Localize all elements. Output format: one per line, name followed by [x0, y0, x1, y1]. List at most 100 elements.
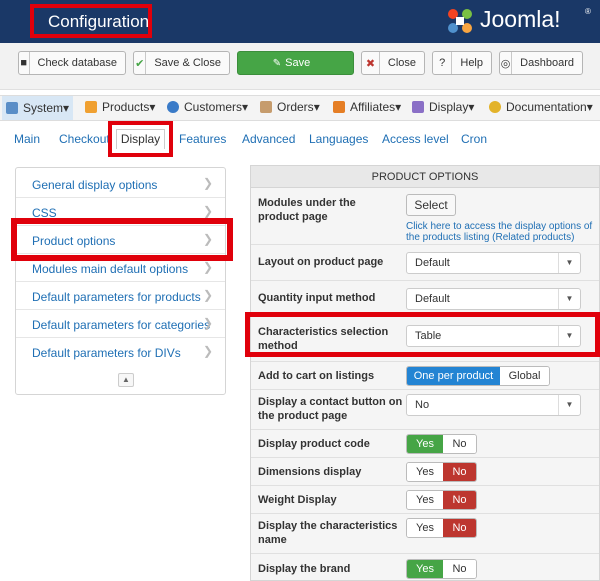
tab-languages[interactable]: Languages [309, 132, 368, 146]
modules-label: Modules under the product page [258, 197, 356, 223]
section-default-divs[interactable]: Default parameters for DIVs ❯ [16, 338, 225, 366]
users-icon [167, 101, 179, 113]
registered-mark: ® [585, 7, 591, 16]
row-dimensions: Dimensions display Yes No [251, 458, 599, 486]
menu-affiliates[interactable]: Affiliates ▾ [333, 100, 401, 114]
no-option[interactable]: No [443, 463, 476, 481]
related-products-link[interactable]: Click here to access the display options… [406, 221, 596, 243]
select-modules-button[interactable]: Select [406, 194, 456, 216]
dimensions-toggle: Yes No [406, 462, 477, 482]
quantity-label: Quantity input method [258, 292, 376, 304]
joomla-logo-text: Joomla! [480, 6, 561, 32]
yes-option[interactable]: Yes [407, 560, 443, 578]
product-options-highlight [11, 218, 233, 261]
chevron-right-icon: ❯ [202, 204, 213, 218]
add-to-cart-label: Add to cart on listings [258, 370, 375, 382]
caret-down-icon: ▼ [558, 253, 580, 273]
joomla-logo-icon [448, 9, 472, 33]
weight-label: Weight Display [258, 494, 337, 506]
chevron-right-icon: ❯ [202, 260, 213, 274]
check-icon: ✔ [134, 52, 147, 74]
display-sections-menu: General display options ❯ CSS ❯ Product … [15, 167, 226, 395]
contact-label: Display a contact button on the product … [258, 396, 403, 422]
page-title: Configuration [48, 12, 150, 31]
brand-label: Display the brand [258, 563, 351, 575]
characteristics-name-label: Display the characteristics name [258, 520, 398, 546]
admin-header: Configuration Joomla! ® [0, 0, 600, 43]
caret-down-icon: ▼ [558, 395, 580, 415]
product-code-toggle: Yes No [406, 434, 477, 454]
tab-advanced[interactable]: Advanced [242, 132, 295, 146]
no-option[interactable]: No [443, 491, 476, 509]
menu-system[interactable]: System ▾ [2, 96, 74, 120]
wrench-icon [6, 102, 18, 114]
row-layout: Layout on product page Default ▼ [251, 245, 599, 281]
one-per-product-option[interactable]: One per product [407, 367, 500, 385]
row-add-to-cart: Add to cart on listings One per product … [251, 362, 599, 390]
menu-orders[interactable]: Orders ▾ [260, 100, 320, 114]
dashboard-button[interactable]: ◎ Dashboard [499, 51, 583, 75]
shield-icon: ■ [19, 52, 30, 74]
no-option[interactable]: No [443, 560, 476, 578]
tab-display[interactable]: Display [116, 129, 165, 149]
row-brand: Display the brand Yes No [251, 554, 599, 581]
row-characteristics-name: Display the characteristics name Yes No [251, 514, 599, 554]
characteristics-name-toggle: Yes No [406, 518, 477, 538]
close-icon: ✖ [362, 52, 380, 74]
characteristics-highlight [245, 312, 600, 357]
tab-main[interactable]: Main [14, 132, 40, 146]
help-button[interactable]: ? Help [432, 51, 492, 75]
menu-documentation[interactable]: Documentation ▾ [489, 100, 593, 114]
layout-select[interactable]: Default ▼ [406, 252, 581, 274]
yes-option[interactable]: Yes [407, 463, 443, 481]
section-default-categories[interactable]: Default parameters for categories ❯ [16, 310, 225, 338]
add-to-cart-toggle: One per product Global [406, 366, 550, 386]
section-general-display[interactable]: General display options ❯ [16, 170, 225, 198]
section-default-products[interactable]: Default parameters for products ❯ [16, 282, 225, 310]
edit-icon: ✎ [272, 57, 282, 69]
documentation-icon [489, 101, 501, 113]
contact-select[interactable]: No ▼ [406, 394, 581, 416]
dashboard-icon: ◎ [500, 52, 513, 74]
yes-option[interactable]: Yes [407, 435, 443, 453]
no-option[interactable]: No [443, 435, 476, 453]
toolbar: ■ Check database ✔ Save & Close ✎ Save ✖… [0, 43, 600, 90]
tab-access-level[interactable]: Access level [382, 132, 449, 146]
global-option[interactable]: Global [500, 367, 549, 385]
affiliates-icon [333, 101, 345, 113]
row-modules: Modules under the product page Select Cl… [251, 189, 599, 245]
quantity-select[interactable]: Default ▼ [406, 288, 581, 310]
yes-option[interactable]: Yes [407, 491, 443, 509]
panel-title: PRODUCT OPTIONS [251, 166, 599, 188]
chevron-right-icon: ❯ [202, 316, 213, 330]
menu-products[interactable]: Products ▾ [85, 100, 155, 114]
question-icon: ? [433, 52, 453, 74]
main-menu: System ▾ Products ▾ Customers ▾ Orders ▾ Aff… [0, 95, 600, 121]
config-tabs: Main Checkout Features Advanced Language… [0, 128, 600, 152]
chevron-right-icon: ❯ [202, 344, 213, 358]
product-code-label: Display product code [258, 438, 370, 450]
tab-cron[interactable]: Cron [461, 132, 487, 146]
layout-label: Layout on product page [258, 256, 384, 268]
dimensions-label: Dimensions display [258, 466, 362, 478]
orders-icon [260, 101, 272, 113]
tab-checkout[interactable]: Checkout [59, 132, 110, 146]
menu-customers[interactable]: Customers ▾ [167, 100, 248, 114]
weight-toggle: Yes No [406, 490, 477, 510]
scroll-top-button[interactable]: ▲ [118, 373, 134, 387]
page-title-highlight: Configuration [30, 4, 152, 38]
save-button[interactable]: ✎ Save [237, 51, 354, 75]
no-option[interactable]: No [443, 519, 476, 537]
check-database-button[interactable]: ■ Check database [18, 51, 126, 75]
close-button[interactable]: ✖ Close [361, 51, 425, 75]
display-icon [412, 101, 424, 113]
row-product-code: Display product code Yes No [251, 430, 599, 458]
row-weight: Weight Display Yes No [251, 486, 599, 514]
caret-down-icon: ▼ [558, 289, 580, 309]
yes-option[interactable]: Yes [407, 519, 443, 537]
save-close-button[interactable]: ✔ Save & Close [133, 51, 230, 75]
menu-display[interactable]: Display ▾ [412, 100, 474, 114]
brand-toggle: Yes No [406, 559, 477, 579]
tab-features[interactable]: Features [179, 132, 226, 146]
product-icon [85, 101, 97, 113]
